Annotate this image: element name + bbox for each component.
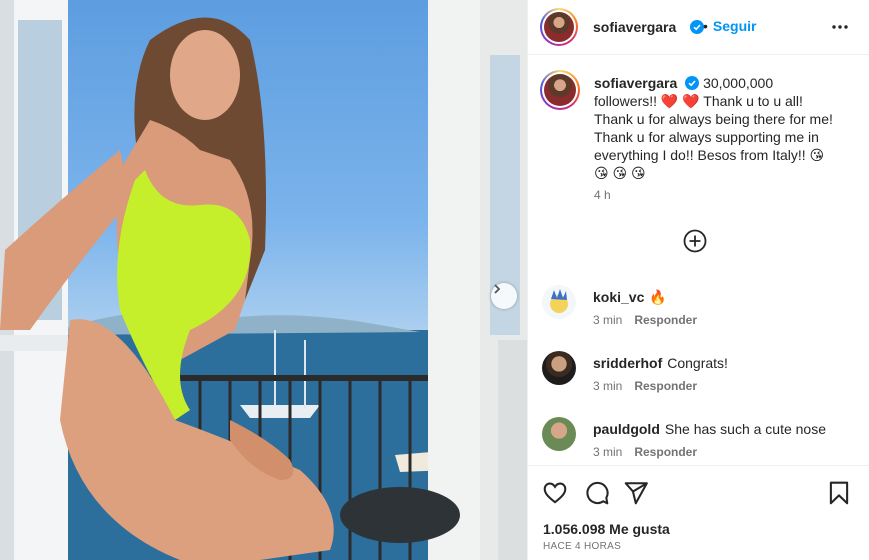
- verified-badge-icon: [686, 19, 704, 37]
- likes-count[interactable]: 1.056.098 Me gusta: [543, 521, 670, 537]
- comment-item: sridderhof Congrats! 3 min Responder: [528, 349, 869, 409]
- next-photo-button[interactable]: [491, 283, 517, 309]
- comment-username[interactable]: koki_vc: [593, 289, 644, 305]
- verified-badge-icon: [685, 76, 700, 90]
- chevron-right-icon: [494, 284, 501, 294]
- comment-meta: 3 min Responder: [593, 379, 698, 393]
- comment-meta: 3 min Responder: [593, 445, 698, 459]
- comment-text: sridderhof Congrats!: [593, 355, 728, 371]
- reply-button[interactable]: Responder: [634, 445, 697, 459]
- reply-button[interactable]: Responder: [634, 313, 697, 327]
- author-avatar[interactable]: [540, 8, 578, 46]
- more-options-icon[interactable]: [830, 17, 850, 37]
- comment-icon[interactable]: [584, 480, 610, 506]
- reply-button[interactable]: Responder: [634, 379, 697, 393]
- commenter-avatar[interactable]: [542, 417, 576, 451]
- send-icon[interactable]: [623, 480, 649, 506]
- author-username[interactable]: sofiavergara: [593, 19, 676, 35]
- comment-username[interactable]: sridderhof: [593, 355, 662, 371]
- plus-circle-icon[interactable]: [683, 229, 707, 253]
- follow-button[interactable]: • Seguir: [703, 18, 756, 34]
- post-side-panel: sofiavergara • Seguir sofiavergara 30,000…: [527, 0, 869, 560]
- comment-text: koki_vc 🔥: [593, 289, 667, 305]
- photo-illustration: [0, 0, 527, 560]
- commenter-avatar[interactable]: [542, 285, 576, 319]
- commenter-avatar[interactable]: [542, 351, 576, 385]
- caption-time: 4 h: [594, 188, 611, 202]
- post-actions-bar: 1.056.098 Me gusta HACE 4 HORAS: [528, 465, 869, 560]
- comment-username[interactable]: pauldgold: [593, 421, 660, 437]
- post-header: sofiavergara • Seguir: [528, 0, 869, 55]
- post-photo[interactable]: [0, 0, 527, 560]
- comment-meta: 3 min Responder: [593, 313, 698, 327]
- bookmark-icon[interactable]: [826, 480, 852, 506]
- heart-icon[interactable]: [542, 480, 568, 506]
- caption-body: sofiavergara 30,000,000 followers!! ❤️ ❤…: [594, 74, 840, 182]
- caption-author-avatar[interactable]: [540, 70, 580, 110]
- caption-username[interactable]: sofiavergara: [594, 75, 677, 91]
- post-timestamp: HACE 4 HORAS: [543, 541, 622, 552]
- comment-text: pauldgold She has such a cute nose: [593, 421, 826, 437]
- comment-item: koki_vc 🔥 3 min Responder: [528, 283, 869, 343]
